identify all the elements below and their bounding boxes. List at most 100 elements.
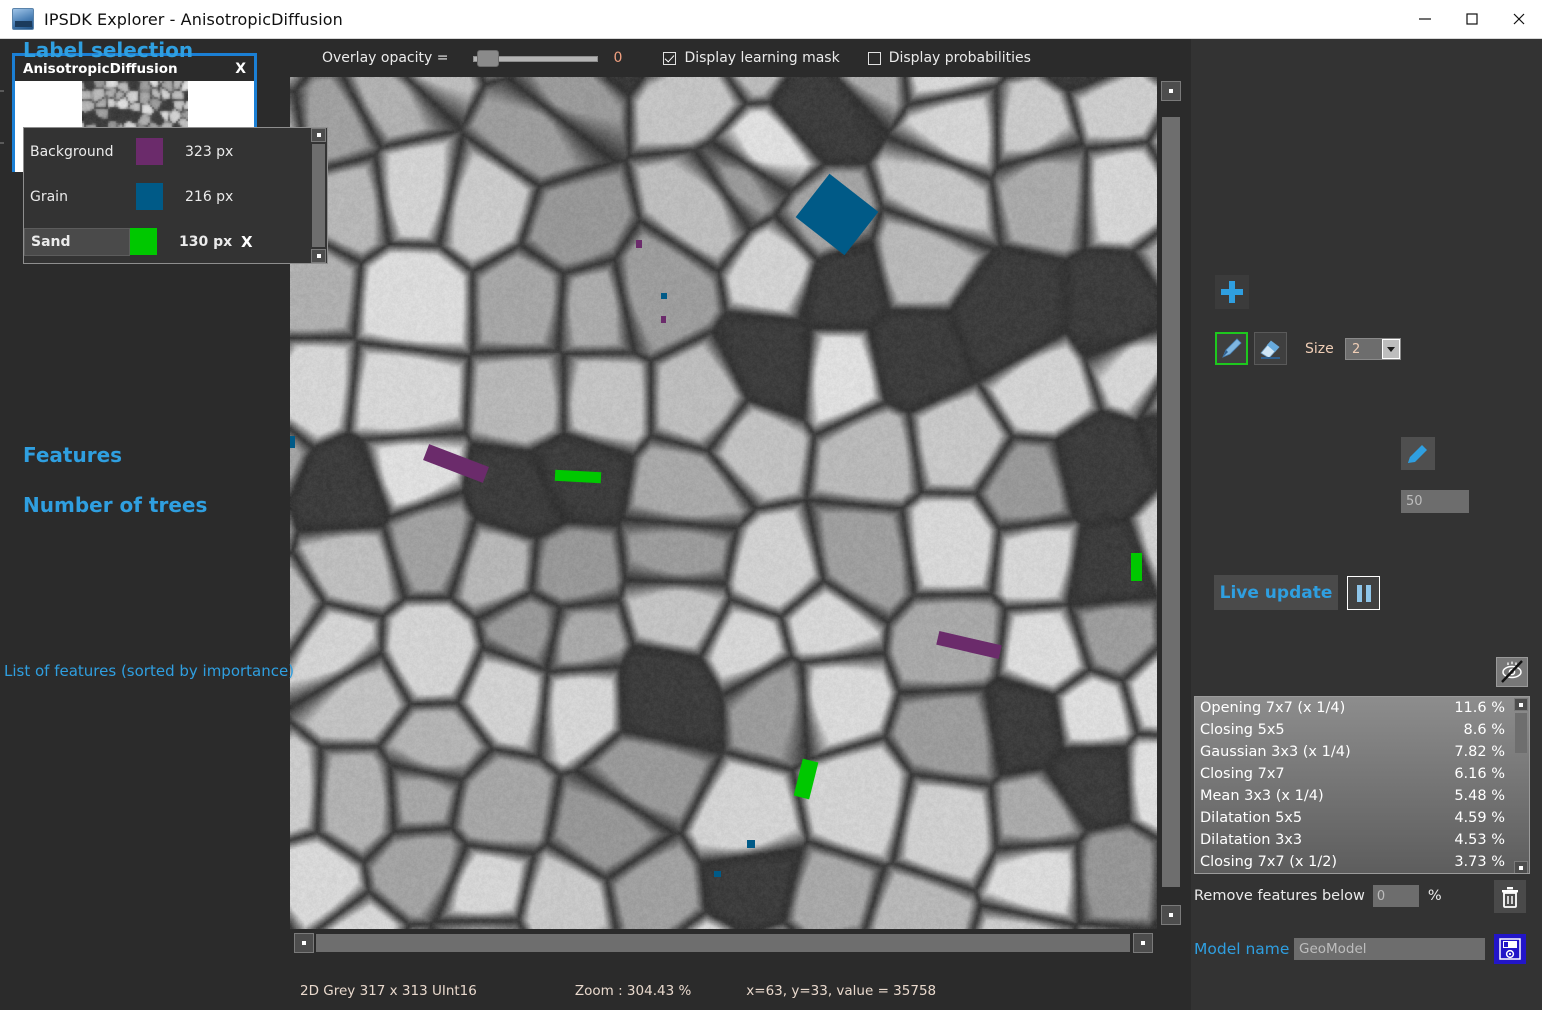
eraser-tool-button[interactable] xyxy=(1254,332,1287,365)
overlay-opacity-slider[interactable] xyxy=(473,47,599,69)
feature-row[interactable]: Opening 7x7 (x 1/4) 11.6 % xyxy=(1195,697,1529,719)
minimize-button[interactable] xyxy=(1401,0,1448,38)
feature-row[interactable]: Closing 7x7 6.16 % xyxy=(1195,763,1529,785)
feature-scroll-thumb[interactable] xyxy=(1515,713,1527,753)
scroll-right-button[interactable] xyxy=(1133,933,1153,953)
feature-importance-list[interactable]: Opening 7x7 (x 1/4) 11.6 % Closing 5x5 8.6 … xyxy=(1194,696,1530,874)
add-label-button[interactable] xyxy=(1215,275,1249,309)
feature-row[interactable]: Dilatation 5x5 4.59 % xyxy=(1195,807,1529,829)
feature-rows-container: Opening 7x7 (x 1/4) 11.6 % Closing 5x5 8.6 … xyxy=(1195,697,1529,873)
image-info-text: 2D Grey 317 x 313 UInt16 xyxy=(300,983,477,999)
label-stroke xyxy=(714,871,721,877)
label-selection-list[interactable]: Sand 130 px X Grain 216 px Background 323 px xyxy=(23,127,328,264)
chevron-down-icon[interactable] xyxy=(1382,339,1400,359)
checkbox-box-icon[interactable] xyxy=(663,51,677,65)
display-learning-mask-checkbox[interactable]: Display learning mask xyxy=(663,50,840,66)
brush-size-label: Size xyxy=(1305,341,1334,357)
feature-scroll-up-button[interactable] xyxy=(1514,698,1528,711)
label-row[interactable]: Grain 216 px xyxy=(24,174,311,219)
label-list-scrollbar[interactable] xyxy=(311,128,327,263)
brush-size-value: 2 xyxy=(1352,341,1361,357)
cursor-coordinates-text: x=63, y=33, value = 35758 xyxy=(746,983,937,999)
feature-importance-value: 6.16 % xyxy=(1454,766,1505,782)
scroll-down-button[interactable] xyxy=(1161,905,1181,925)
scroll-left-button[interactable] xyxy=(294,933,314,953)
overlay-opacity-label: Overlay opacity = xyxy=(322,50,449,66)
feature-scroll-down-button[interactable] xyxy=(1514,861,1528,873)
pause-button[interactable] xyxy=(1347,576,1380,610)
feature-name: Mean 3x3 (x 1/4) xyxy=(1200,788,1324,804)
label-pixel-count: 130 px xyxy=(179,233,233,250)
save-model-button[interactable] xyxy=(1494,934,1526,964)
image-toolbar: Overlay opacity = 0 Display learning mas… xyxy=(281,39,1191,77)
display-learning-mask-label: Display learning mask xyxy=(684,50,840,66)
remove-features-unit: % xyxy=(1427,888,1442,904)
feature-row[interactable]: Mean 3x3 (x 1/4) 5.48 % xyxy=(1195,785,1529,807)
slider-handle[interactable] xyxy=(477,50,500,67)
feature-list-scrollbar[interactable] xyxy=(1514,698,1528,873)
label-name: Grain xyxy=(30,188,68,205)
label-pixel-count: 216 px xyxy=(185,188,234,205)
live-update-button[interactable]: Live update xyxy=(1214,575,1338,610)
pause-bar-left xyxy=(1356,584,1362,602)
label-selection-title: Label selection xyxy=(23,38,194,62)
horizontal-scrollbar[interactable] xyxy=(290,929,1157,957)
feature-name: Closing 7x7 (x 1/2) xyxy=(1200,854,1338,870)
vertical-scrollbar[interactable] xyxy=(1157,77,1185,929)
label-stroke xyxy=(636,240,642,248)
image-viewport[interactable] xyxy=(290,77,1185,957)
label-color-swatch[interactable] xyxy=(130,228,157,255)
label-stroke xyxy=(554,469,602,484)
app-logo-icon xyxy=(12,8,34,30)
checkbox-box-icon[interactable] xyxy=(867,51,881,65)
feature-name: Dilatation 5x5 xyxy=(1200,810,1303,826)
model-name-input[interactable] xyxy=(1294,938,1485,960)
microct-grain-image[interactable] xyxy=(290,77,1157,929)
edit-features-button[interactable] xyxy=(1401,437,1435,470)
brush-size-select[interactable]: 2 xyxy=(1345,338,1401,360)
eye-slash-icon xyxy=(1501,660,1523,683)
feature-name: Closing 7x7 xyxy=(1200,766,1285,782)
feature-name: Dilatation 3x3 xyxy=(1200,832,1303,848)
feature-importance-value: 4.53 % xyxy=(1454,832,1505,848)
pause-bar-right xyxy=(1365,584,1371,602)
label-row[interactable]: Sand 130 px X xyxy=(24,219,311,264)
overlay-opacity-value: 0 xyxy=(613,50,623,66)
feature-row[interactable]: Closing 5x5 8.6 % xyxy=(1195,719,1529,741)
feature-row[interactable]: Closing 7x7 (x 1/2) 3.73 % xyxy=(1195,851,1529,873)
display-probabilities-checkbox[interactable]: Display probabilities xyxy=(867,50,1031,66)
label-stroke xyxy=(661,316,666,323)
label-stroke xyxy=(661,293,667,299)
thumbnail-title: AnisotropicDiffusion xyxy=(23,60,178,77)
hide-features-button[interactable] xyxy=(1496,657,1528,687)
close-button[interactable] xyxy=(1495,0,1542,38)
feature-row[interactable]: Dilatation 3x3 4.53 % xyxy=(1195,829,1529,851)
feature-row[interactable]: Gaussian 3x3 (x 1/4) 7.82 % xyxy=(1195,741,1529,763)
label-color-swatch[interactable] xyxy=(136,183,163,210)
feature-importance-value: 7.82 % xyxy=(1454,744,1505,760)
label-pixel-count: 323 px xyxy=(185,143,234,160)
label-scroll-thumb[interactable] xyxy=(312,144,325,247)
horizontal-scroll-thumb[interactable] xyxy=(316,934,1130,952)
number-of-trees-input[interactable] xyxy=(1401,490,1469,513)
trash-icon xyxy=(1502,886,1518,908)
label-scroll-down-button[interactable] xyxy=(311,249,326,263)
thumbnail-close-button[interactable]: X xyxy=(235,61,246,77)
label-scroll-up-button[interactable] xyxy=(311,128,326,142)
zoom-level-text: Zoom : 304.43 % xyxy=(574,983,692,999)
label-color-swatch[interactable] xyxy=(136,138,163,165)
scroll-up-button[interactable] xyxy=(1161,81,1181,101)
image-canvas-area[interactable] xyxy=(290,77,1157,929)
label-stroke xyxy=(747,840,755,848)
features-title: Features xyxy=(23,443,123,467)
label-delete-button[interactable]: X xyxy=(241,233,253,251)
vertical-scroll-thumb[interactable] xyxy=(1162,117,1180,887)
maximize-button[interactable] xyxy=(1448,0,1495,38)
delete-features-button[interactable] xyxy=(1494,880,1526,913)
label-row[interactable]: Background 323 px xyxy=(24,129,311,174)
display-probabilities-label: Display probabilities xyxy=(888,50,1031,66)
remove-features-threshold-input[interactable] xyxy=(1372,885,1419,907)
pencil-tool-button[interactable] xyxy=(1215,332,1248,365)
status-bar: 2D Grey 317 x 313 UInt16 Zoom : 304.43 %… xyxy=(281,972,1191,1010)
model-name-label: Model name xyxy=(1194,940,1290,958)
